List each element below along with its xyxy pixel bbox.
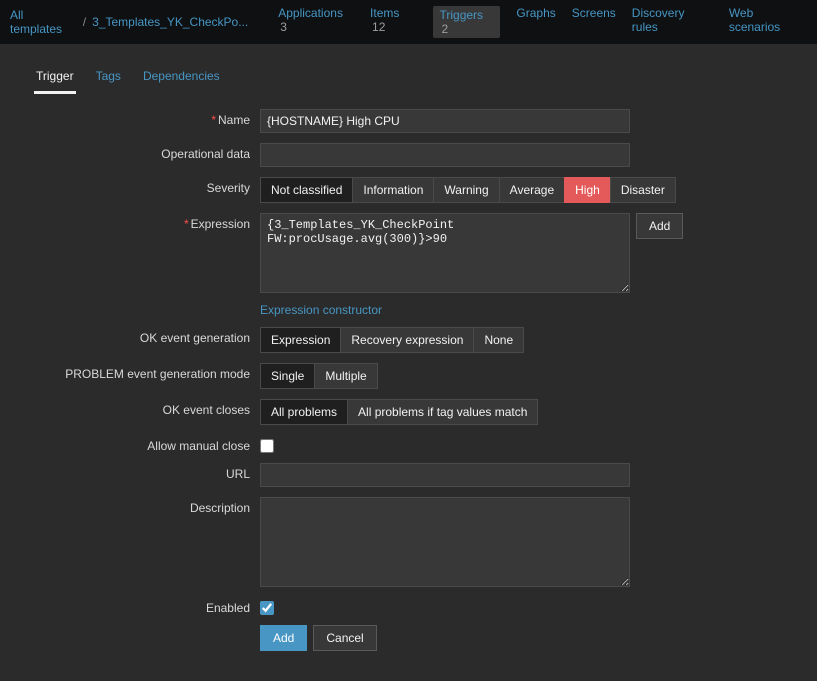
expression-textarea[interactable] — [260, 213, 630, 293]
ok-closes-all[interactable]: All problems — [260, 399, 348, 425]
nav-items-count: 12 — [372, 20, 385, 34]
ok-closes-group: All problems All problems if tag values … — [260, 399, 538, 425]
tab-dependencies[interactable]: Dependencies — [141, 59, 222, 94]
nav-web[interactable]: Web scenarios — [729, 6, 807, 38]
opdata-label: Operational data — [20, 143, 260, 161]
description-textarea[interactable] — [260, 497, 630, 587]
breadcrumb-back[interactable]: All templates — [10, 8, 77, 36]
breadcrumb: All templates / 3_Templates_YK_CheckPo..… — [10, 8, 248, 36]
problem-mode-single[interactable]: Single — [260, 363, 315, 389]
nav-applications-count: 3 — [280, 20, 287, 34]
ok-event-gen-none[interactable]: None — [473, 327, 524, 353]
tab-tags[interactable]: Tags — [94, 59, 123, 94]
problem-mode-multiple[interactable]: Multiple — [314, 363, 377, 389]
cancel-button[interactable]: Cancel — [313, 625, 376, 651]
nav-screens[interactable]: Screens — [572, 6, 616, 38]
severity-group: Not classified Information Warning Avera… — [260, 177, 676, 203]
nav-graphs[interactable]: Graphs — [516, 6, 555, 38]
severity-high[interactable]: High — [564, 177, 611, 203]
expression-label: *Expression — [20, 213, 260, 231]
severity-average[interactable]: Average — [499, 177, 565, 203]
breadcrumb-sep: / — [83, 15, 86, 29]
tabs: Trigger Tags Dependencies — [20, 59, 797, 95]
url-input[interactable] — [260, 463, 630, 487]
nav-items[interactable]: Items 12 — [370, 6, 417, 38]
breadcrumb-current[interactable]: 3_Templates_YK_CheckPo... — [92, 15, 248, 29]
enabled-label: Enabled — [20, 597, 260, 615]
allow-manual-checkbox[interactable] — [260, 439, 274, 453]
allow-manual-label: Allow manual close — [20, 435, 260, 453]
severity-not-classified[interactable]: Not classified — [260, 177, 353, 203]
nav-triggers-count: 2 — [441, 22, 448, 36]
problem-mode-group: Single Multiple — [260, 363, 378, 389]
add-button[interactable]: Add — [260, 625, 307, 651]
name-label: *Name — [20, 109, 260, 127]
tab-trigger[interactable]: Trigger — [34, 59, 76, 94]
description-label: Description — [20, 497, 260, 515]
severity-information[interactable]: Information — [352, 177, 434, 203]
opdata-input[interactable] — [260, 143, 630, 167]
problem-mode-label: PROBLEM event generation mode — [20, 363, 260, 381]
nav-applications[interactable]: Applications 3 — [278, 6, 354, 38]
nav-applications-label: Applications — [278, 6, 343, 20]
ok-event-gen-expression[interactable]: Expression — [260, 327, 341, 353]
expression-constructor-link[interactable]: Expression constructor — [260, 303, 382, 317]
nav-triggers[interactable]: Triggers 2 — [433, 6, 500, 38]
url-label: URL — [20, 463, 260, 481]
ok-closes-tag[interactable]: All problems if tag values match — [347, 399, 538, 425]
nav-items-label: Items — [370, 6, 399, 20]
ok-closes-label: OK event closes — [20, 399, 260, 417]
enabled-checkbox[interactable] — [260, 601, 274, 615]
ok-event-gen-group: Expression Recovery expression None — [260, 327, 524, 353]
ok-event-gen-label: OK event generation — [20, 327, 260, 345]
severity-warning[interactable]: Warning — [433, 177, 499, 203]
top-nav: All templates / 3_Templates_YK_CheckPo..… — [0, 0, 817, 45]
expression-add-button[interactable]: Add — [636, 213, 683, 239]
form-panel: Trigger Tags Dependencies *Name Operatio… — [0, 45, 817, 681]
severity-disaster[interactable]: Disaster — [610, 177, 676, 203]
ok-event-gen-recovery[interactable]: Recovery expression — [340, 327, 474, 353]
name-input[interactable] — [260, 109, 630, 133]
nav-triggers-label: Triggers — [439, 8, 483, 22]
nav-discovery[interactable]: Discovery rules — [632, 6, 713, 38]
severity-label: Severity — [20, 177, 260, 195]
nav-links: Applications 3 Items 12 Triggers 2 Graph… — [278, 6, 807, 38]
